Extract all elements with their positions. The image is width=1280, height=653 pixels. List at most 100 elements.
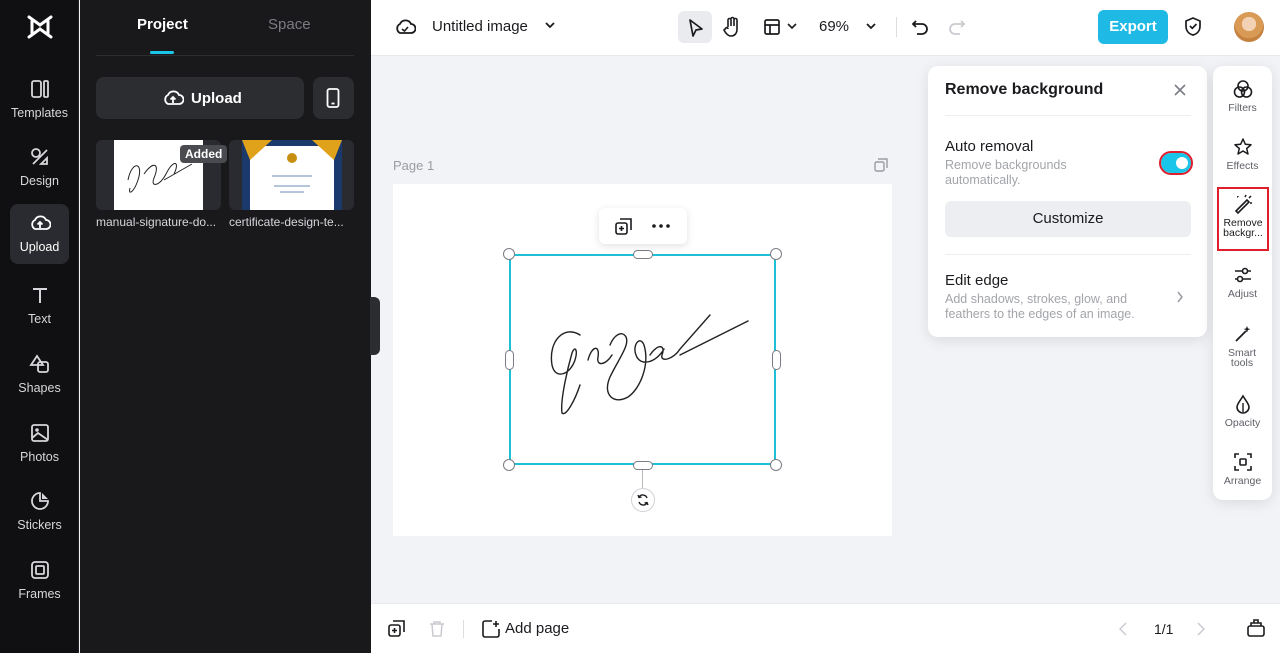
rail-item-stickers[interactable]: Stickers xyxy=(10,482,69,542)
pointer-icon xyxy=(689,19,703,37)
upload-button-label: Upload xyxy=(191,90,242,107)
effects-icon xyxy=(1233,138,1252,155)
resize-handle-top[interactable] xyxy=(633,250,653,259)
upload-button[interactable]: Upload xyxy=(96,77,304,119)
select-tool-button[interactable] xyxy=(678,11,712,43)
mobile-upload-button[interactable] xyxy=(313,77,354,119)
tool-opacity[interactable]: Opacity xyxy=(1213,394,1272,428)
resize-handle-right[interactable] xyxy=(772,350,781,370)
avatar[interactable] xyxy=(1234,12,1264,42)
right-tools-panel: Filters Effects Remove backgr... Adjust … xyxy=(1213,66,1272,500)
rail-label: Stickers xyxy=(17,518,62,532)
drop-icon xyxy=(1235,394,1250,414)
top-toolbar: Untitled image 69% Export xyxy=(371,0,1280,56)
tool-adjust[interactable]: Adjust xyxy=(1213,265,1272,299)
duplicate-icon[interactable] xyxy=(615,218,632,235)
tool-effects[interactable]: Effects xyxy=(1213,137,1272,171)
phone-icon xyxy=(326,88,340,108)
edit-edge-description: Add shadows, strokes, glow, and feathers… xyxy=(945,292,1135,321)
pages-panel-icon[interactable] xyxy=(1247,619,1265,637)
rotate-handle[interactable] xyxy=(631,488,655,512)
add-page-icon[interactable] xyxy=(482,620,500,638)
added-badge: Added xyxy=(180,145,228,163)
tool-filters[interactable]: Filters xyxy=(1213,79,1272,113)
auto-removal-toggle[interactable] xyxy=(1159,151,1193,175)
document-title[interactable]: Untitled image xyxy=(432,18,528,35)
magic-wand-icon xyxy=(1234,326,1250,342)
trash-icon[interactable] xyxy=(429,620,445,637)
tool-label: Remove backgr... xyxy=(1223,217,1263,239)
tool-smart-tools[interactable]: Smart tools xyxy=(1213,324,1272,368)
divider xyxy=(463,620,464,638)
more-icon[interactable] xyxy=(652,224,670,228)
resize-handle-top-left[interactable] xyxy=(503,248,515,260)
rail-item-upload[interactable]: Upload xyxy=(10,204,69,264)
rail-item-text[interactable]: Text xyxy=(10,276,69,336)
resize-handle-top-right[interactable] xyxy=(770,248,782,260)
rail-item-frames[interactable]: Frames xyxy=(10,551,69,611)
duplicate-page-icon[interactable] xyxy=(874,158,888,172)
resize-handle-bottom-right[interactable] xyxy=(770,459,782,471)
tool-arrange[interactable]: Arrange xyxy=(1213,452,1272,486)
design-icon xyxy=(31,148,48,165)
resize-handle-bottom[interactable] xyxy=(633,461,653,470)
customize-button[interactable]: Customize xyxy=(945,201,1191,237)
certificate-thumb-image xyxy=(242,140,342,210)
templates-icon xyxy=(31,80,49,98)
tab-space[interactable]: Space xyxy=(268,16,311,33)
zoom-level[interactable]: 69% xyxy=(819,18,849,35)
redo-icon[interactable] xyxy=(948,18,966,36)
rail-label: Shapes xyxy=(18,381,61,395)
remove-background-panel: Remove background Auto removal Remove ba… xyxy=(928,66,1207,337)
panel-title: Remove background xyxy=(945,81,1104,98)
rail-label: Upload xyxy=(19,240,60,254)
element-floating-toolbar xyxy=(599,208,687,244)
rail-label: Templates xyxy=(11,106,68,120)
auto-removal-description: Remove backgrounds automatically. xyxy=(945,158,1067,187)
rail-item-design[interactable]: Design xyxy=(10,138,69,198)
chevron-right-icon[interactable] xyxy=(1197,622,1205,636)
resize-handle-bottom-left[interactable] xyxy=(503,459,515,471)
chevron-down-icon[interactable] xyxy=(865,21,877,31)
cloud-sync-icon[interactable] xyxy=(394,17,416,37)
left-rail: Templates Design Upload Text Shapes Phot… xyxy=(0,0,79,653)
tool-label: Arrange xyxy=(1223,475,1262,487)
resize-handle-left[interactable] xyxy=(505,350,514,370)
tool-remove-background[interactable]: Remove backgr... xyxy=(1217,187,1269,251)
page-indicator: 1/1 xyxy=(1154,621,1174,637)
asset-thumbnail-certificate[interactable] xyxy=(229,140,354,210)
rail-label: Design xyxy=(20,174,59,188)
active-tab-indicator xyxy=(150,51,174,54)
rail-item-photos[interactable]: Photos xyxy=(10,414,69,474)
export-button[interactable]: Export xyxy=(1098,10,1168,44)
capcut-logo[interactable] xyxy=(26,14,54,40)
divider xyxy=(96,55,354,56)
divider xyxy=(896,17,897,37)
certificate-preview xyxy=(242,140,342,210)
chevron-down-icon[interactable] xyxy=(544,20,556,30)
chevron-right-icon[interactable] xyxy=(1176,291,1184,303)
tool-label: Adjust xyxy=(1227,288,1258,300)
tool-label: Opacity xyxy=(1224,417,1261,429)
edit-edge-title[interactable]: Edit edge xyxy=(945,272,1008,289)
chevron-down-icon[interactable] xyxy=(787,22,797,30)
rail-item-templates[interactable]: Templates xyxy=(10,70,69,130)
panel-collapse-handle[interactable] xyxy=(370,297,380,355)
rail-label: Text xyxy=(28,312,51,326)
bottom-toolbar: Add page 1/1 xyxy=(371,603,1280,653)
tab-project[interactable]: Project xyxy=(137,16,188,33)
rotate-connector xyxy=(642,470,643,488)
duplicate-page-icon[interactable] xyxy=(388,620,405,637)
hand-icon[interactable] xyxy=(722,16,742,38)
rail-label: Frames xyxy=(18,587,61,601)
selection-box[interactable] xyxy=(509,254,776,465)
asset-name: manual-signature-do... xyxy=(96,215,217,229)
add-page-button[interactable]: Add page xyxy=(505,620,569,637)
chevron-left-icon[interactable] xyxy=(1119,622,1127,636)
shield-icon[interactable] xyxy=(1184,16,1202,37)
close-icon[interactable] xyxy=(1173,83,1187,97)
layout-icon[interactable] xyxy=(763,18,781,36)
rail-item-shapes[interactable]: Shapes xyxy=(10,345,69,405)
undo-icon[interactable] xyxy=(911,18,929,36)
photos-icon xyxy=(31,424,49,442)
